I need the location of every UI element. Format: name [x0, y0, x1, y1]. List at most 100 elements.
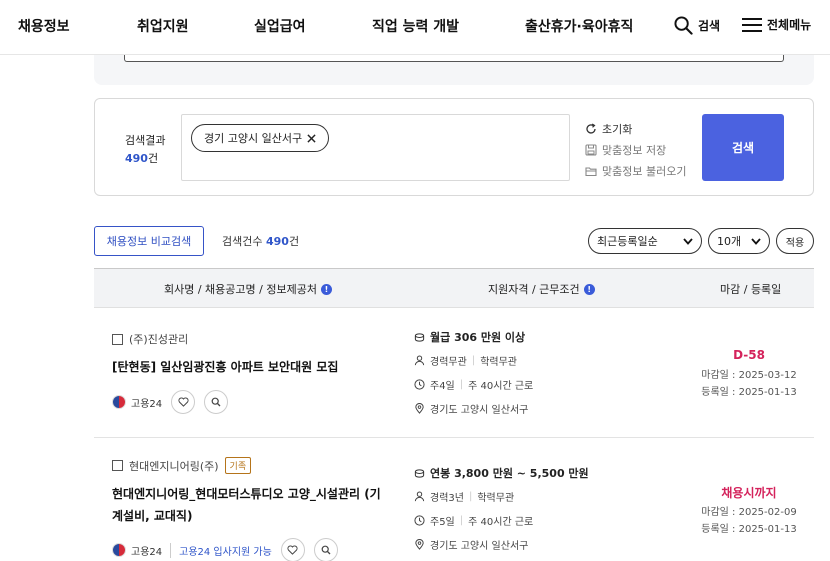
search-submit-button[interactable]: 검색 [702, 114, 784, 181]
result-count-text: 검색건수 490건 [222, 233, 299, 249]
favorite-button[interactable] [171, 390, 196, 414]
hours-text: 주 40시간 근로 [468, 381, 534, 392]
nav-item-parental-leave[interactable]: 출산휴가·육아휴직 [525, 16, 633, 36]
search-result-count-unit: 건 [147, 152, 159, 165]
info-icon[interactable]: ! [583, 283, 595, 295]
job-title-link[interactable]: 현대엔지니어링_현대모터스튜디오 고양_시설관리 (기계설비, 교대직) [112, 483, 382, 527]
deadline-cell: D-58 마감일 : 2025-03-12 등록일 : 2025-01-13 [684, 348, 814, 401]
pay-text: 월급 306 만원 이상 [430, 331, 526, 344]
search-icon [674, 16, 693, 35]
nav-search-button[interactable]: 검색 [674, 16, 720, 35]
hamburger-menu-icon [742, 17, 762, 32]
company-name: (주)진성관리 [129, 333, 189, 346]
education-text: 학력무관 [480, 357, 517, 368]
person-icon [414, 491, 425, 502]
source-name: 고용24 [131, 398, 163, 410]
info-icon[interactable]: ! [320, 283, 332, 295]
row-checkbox[interactable] [112, 460, 123, 471]
condition-location: 경기도 고양시 일산서구 [414, 401, 528, 416]
favorite-button[interactable] [280, 538, 305, 561]
table-row: (주)진성관리 [탄현동] 일산임광진흥 아파트 보안대원 모집 고용24 월급… [94, 308, 814, 438]
result-count-number: 490 [265, 235, 289, 248]
top-navigation: 채용정보 취업지원 실업급여 직업 능력 개발 출산휴가·육아휴직 검색 전체메… [0, 0, 830, 55]
condition-hours: 주5일 | 주 40시간 근로 [414, 513, 533, 528]
search-side-actions: 초기화 맞춤정보 저장 맞춤정보 불러오기 [585, 118, 686, 181]
location-text: 경기도 고양시 일산서구 [430, 541, 529, 552]
coin-icon [414, 332, 425, 342]
company-name: 현대엔지니어링(주) [129, 459, 219, 473]
chevron-down-icon [751, 237, 761, 245]
load-custom-button[interactable]: 맞춤정보 불러오기 [585, 160, 686, 181]
reset-button[interactable]: 초기화 [585, 118, 686, 139]
reg-date: 등록일 : 2025-01-13 [701, 387, 797, 398]
close-icon[interactable] [307, 133, 316, 143]
reg-date: 등록일 : 2025-01-13 [701, 524, 797, 535]
person-icon [414, 355, 425, 366]
nav-item-employment-support[interactable]: 취업지원 [137, 16, 189, 36]
heart-icon [287, 545, 298, 555]
korea-flag-icon [112, 395, 126, 409]
job-title-link[interactable]: [탄현동] 일산임광진흥 아파트 보안대원 모집 [112, 356, 382, 378]
close-date: 마감일 : 2025-02-09 [701, 507, 797, 518]
days-text: 주4일 [430, 381, 455, 392]
apply-button[interactable]: 적용 [776, 228, 814, 254]
save-custom-button[interactable]: 맞춤정보 저장 [585, 139, 686, 160]
deadline-badge: 채용시까지 [721, 486, 777, 500]
apply-online-link[interactable]: 고용24 입사지원 가능 [170, 542, 272, 558]
header-deadline-label: 마감 / 등록일 [720, 283, 782, 296]
load-custom-label: 맞춤정보 불러오기 [602, 164, 687, 178]
condition-hours: 주4일 | 주 40시간 근로 [414, 377, 533, 392]
folder-icon [585, 166, 597, 176]
education-text: 학력무관 [477, 493, 515, 504]
condition-pay: 연봉 3,800 만원 ~ 5,500 만원 [414, 465, 589, 481]
row-company: 현대엔지니어링(주) 기족 [112, 457, 252, 474]
compare-search-button[interactable]: 채용정보 비교검색 [94, 226, 204, 256]
condition-location: 경기도 고양시 일산서구 [414, 537, 528, 552]
table-row: 현대엔지니어링(주) 기족 현대엔지니어링_현대모터스튜디오 고양_시설관리 (… [94, 438, 814, 561]
condition-pay: 월급 306 만원 이상 [414, 329, 525, 345]
hours-text: 주 40시간 근로 [468, 517, 534, 528]
page-size-select[interactable]: 10개 [708, 228, 770, 254]
nav-item-jobs[interactable]: 채용정보 [18, 16, 70, 36]
page-size-value: 10개 [717, 235, 742, 248]
nav-item-skills-development[interactable]: 직업 능력 개발 [372, 16, 459, 36]
search-result-box: 검색결과 490건 경기 고양시 일산서구 초기화 맞춤정보 저장 맞춤정보 불… [94, 98, 814, 196]
filter-chip-location[interactable]: 경기 고양시 일산서구 [191, 124, 330, 152]
nav-all-menu-button[interactable]: 전체메뉴 [742, 16, 811, 33]
career-text: 경력무관 [430, 357, 467, 368]
save-icon [585, 143, 597, 156]
pay-text: 연봉 3,800 만원 ~ 5,500 만원 [430, 467, 589, 480]
result-count-unit: 건 [288, 235, 300, 248]
result-count-label: 검색건수 [222, 235, 263, 248]
search-result-summary: 검색결과 490건 [125, 132, 165, 168]
source-name: 고용24 [131, 546, 163, 558]
magnifier-icon [321, 545, 331, 555]
info-source: 고용24 고용24 입사지원 가능 [112, 538, 338, 561]
header-deadline: 마감 / 등록일 [720, 281, 781, 297]
search-conditions-panel [94, 55, 814, 85]
sort-select[interactable]: 최근등록일순 [588, 228, 702, 254]
reset-label: 초기화 [602, 122, 633, 136]
coin-icon [414, 468, 425, 478]
search-result-count: 490 [125, 152, 148, 165]
info-source: 고용24 [112, 390, 229, 414]
header-qualification-label: 지원자격 / 근무조건 [488, 283, 580, 296]
nav-item-unemployment-benefit[interactable]: 실업급여 [254, 16, 306, 36]
row-checkbox[interactable] [112, 333, 123, 345]
deadline-badge: D-58 [733, 348, 765, 362]
preview-button[interactable] [313, 538, 338, 561]
location-text: 경기도 고양시 일산서구 [430, 405, 529, 416]
preview-button[interactable] [204, 390, 229, 414]
nav-menu-label: 전체메뉴 [767, 18, 812, 32]
deadline-cell: 채용시까지 마감일 : 2025-02-09 등록일 : 2025-01-13 [684, 484, 814, 538]
location-pin-icon [415, 539, 424, 550]
career-text: 경력3년 [430, 493, 464, 504]
days-text: 주5일 [430, 517, 455, 528]
clock-icon [414, 515, 425, 526]
clock-icon [414, 379, 425, 390]
heart-icon [178, 397, 189, 407]
sort-select-value: 최근등록일순 [597, 235, 658, 248]
korea-flag-icon [112, 543, 126, 557]
selected-filters-area: 경기 고양시 일산서구 [181, 114, 570, 181]
magnifier-icon [211, 397, 221, 407]
